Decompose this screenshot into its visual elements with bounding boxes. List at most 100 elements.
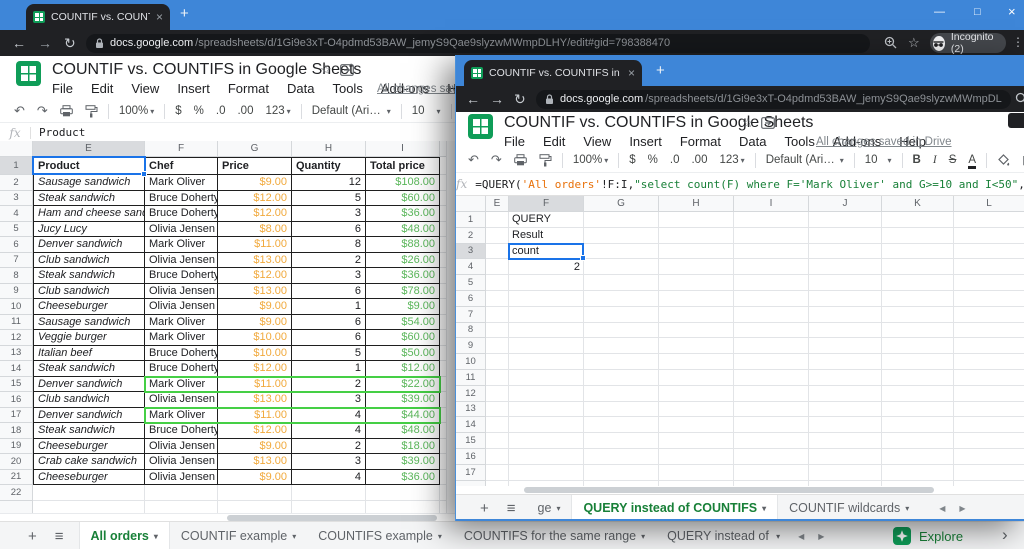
- cell-I16[interactable]: $39.00: [366, 392, 440, 408]
- cell-H12[interactable]: [659, 386, 734, 402]
- cell-I7[interactable]: [734, 307, 809, 323]
- cell-E7[interactable]: [486, 307, 509, 323]
- menu-item-data[interactable]: Data: [730, 134, 775, 149]
- cell-J7[interactable]: [809, 307, 882, 323]
- row-header-4[interactable]: 4: [0, 206, 33, 222]
- sheet-tab[interactable]: ge▾: [527, 495, 572, 521]
- italic-button[interactable]: I: [927, 154, 943, 166]
- cell-F6[interactable]: [509, 291, 584, 307]
- cell-F10[interactable]: [509, 354, 584, 370]
- menu-item-file[interactable]: File: [43, 81, 82, 96]
- sheet-tab-caret-icon[interactable]: ▾: [641, 532, 645, 541]
- zoom-page-icon[interactable]: [884, 36, 897, 49]
- cell-E4[interactable]: Ham and cheese sandwich: [33, 206, 145, 222]
- cell-I6[interactable]: [734, 291, 809, 307]
- doc-title[interactable]: COUNTIF vs. COUNTIFS in Google Sheets: [52, 61, 361, 79]
- cell-E2[interactable]: [486, 228, 509, 244]
- row-header-13[interactable]: 13: [0, 346, 33, 362]
- tab-close-icon[interactable]: ×: [628, 66, 635, 80]
- move-to-folder-icon[interactable]: [340, 64, 354, 76]
- cell-F19[interactable]: Olivia Jensen: [145, 439, 218, 455]
- cell-I6[interactable]: $88.00: [366, 237, 440, 253]
- row-header-8[interactable]: 8: [456, 323, 486, 339]
- row-header-5[interactable]: 5: [456, 275, 486, 291]
- column-header-L[interactable]: L: [954, 196, 1024, 212]
- row-header-4[interactable]: 4: [456, 259, 486, 275]
- explore-button[interactable]: Explore: [893, 527, 963, 545]
- row-header-1[interactable]: 1: [456, 212, 486, 228]
- sheet-tab[interactable]: COUNTIF wildcards▾: [778, 495, 920, 521]
- cell-H15[interactable]: [659, 433, 734, 449]
- font-select[interactable]: Default (Ari…▾: [306, 105, 397, 117]
- row-header-14[interactable]: 14: [0, 361, 33, 377]
- row-header-15[interactable]: 15: [0, 377, 33, 393]
- menu-item-view[interactable]: View: [574, 134, 620, 149]
- row-header-6[interactable]: 6: [456, 291, 486, 307]
- cell-F20[interactable]: Olivia Jensen: [145, 454, 218, 470]
- cell-L14[interactable]: [954, 417, 1024, 433]
- cell-K14[interactable]: [882, 417, 954, 433]
- cell-H19[interactable]: 2: [292, 439, 366, 455]
- cell-J17[interactable]: [809, 465, 882, 481]
- cell-G10[interactable]: $9.00: [218, 299, 292, 315]
- back-browser-tab[interactable]: COUNTIF vs. COUNTIFS in Googl ×: [26, 4, 170, 30]
- row-header-14[interactable]: 14: [456, 417, 486, 433]
- cell-E1[interactable]: Product: [33, 157, 145, 175]
- row-header-3[interactable]: 3: [0, 191, 33, 207]
- cell-F7[interactable]: Olivia Jensen: [145, 253, 218, 269]
- cell-F14[interactable]: Bruce Doherty: [145, 361, 218, 377]
- decrease-decimals-button[interactable]: .0: [664, 154, 686, 166]
- cell-L16[interactable]: [954, 449, 1024, 465]
- cell-H11[interactable]: 6: [292, 315, 366, 331]
- cell-E5[interactable]: [486, 275, 509, 291]
- row-header-5[interactable]: 5: [0, 222, 33, 238]
- more-formats-button[interactable]: 123▾: [259, 105, 296, 117]
- cell-L4[interactable]: [954, 259, 1024, 275]
- bold-button[interactable]: B: [907, 154, 927, 166]
- cell-I3[interactable]: $60.00: [366, 191, 440, 207]
- row-header-23[interactable]: [0, 501, 33, 514]
- column-header-F[interactable]: F: [145, 141, 218, 157]
- cell-F15[interactable]: Mark Oliver: [145, 377, 218, 393]
- cell-G1[interactable]: [584, 212, 659, 228]
- cell-I12[interactable]: $60.00: [366, 330, 440, 346]
- add-sheet-button[interactable]: +: [456, 500, 498, 517]
- back-url-bar[interactable]: docs.google.com/spreadsheets/d/1Gi9e3xT-…: [86, 34, 870, 53]
- row-header-15[interactable]: 15: [456, 433, 486, 449]
- print-icon[interactable]: [54, 105, 79, 117]
- cell-K7[interactable]: [882, 307, 954, 323]
- cell-H22[interactable]: [292, 485, 366, 501]
- cell-F17[interactable]: Mark Oliver: [145, 408, 218, 424]
- row-header-9[interactable]: 9: [0, 284, 33, 300]
- redo-icon[interactable]: ↷: [31, 103, 54, 119]
- cell-F5[interactable]: Olivia Jensen: [145, 222, 218, 238]
- fill-handle[interactable]: [141, 171, 147, 177]
- cell-H6[interactable]: 8: [292, 237, 366, 253]
- cell-G8[interactable]: $12.00: [218, 268, 292, 284]
- cell-F3[interactable]: count: [509, 244, 584, 260]
- row-header-21[interactable]: 21: [0, 470, 33, 486]
- cell-F9[interactable]: Olivia Jensen: [145, 284, 218, 300]
- cell-H3[interactable]: 5: [292, 191, 366, 207]
- bookmark-star-icon[interactable]: ☆: [908, 35, 920, 51]
- cell-L9[interactable]: [954, 338, 1024, 354]
- cell-L8[interactable]: [954, 323, 1024, 339]
- column-header-I[interactable]: I: [734, 196, 809, 212]
- row-header-8[interactable]: 8: [0, 268, 33, 284]
- cell-E23[interactable]: [33, 501, 145, 514]
- cell-H15[interactable]: 2: [292, 377, 366, 393]
- row-header-17[interactable]: 17: [0, 408, 33, 424]
- cell-G12[interactable]: $10.00: [218, 330, 292, 346]
- sheet-tab-caret-icon[interactable]: ▾: [762, 504, 766, 513]
- cell-F13[interactable]: [509, 402, 584, 418]
- row-header-16[interactable]: 16: [0, 392, 33, 408]
- cell-F4[interactable]: Bruce Doherty: [145, 206, 218, 222]
- format-currency-button[interactable]: $: [623, 154, 641, 166]
- sheet-tab-caret-icon[interactable]: ▾: [438, 532, 442, 541]
- menu-item-insert[interactable]: Insert: [620, 134, 671, 149]
- cell-I17[interactable]: $44.00: [366, 408, 440, 424]
- cell-J16[interactable]: [809, 449, 882, 465]
- cell-E22[interactable]: [33, 485, 145, 501]
- cell-I23[interactable]: [366, 501, 440, 514]
- cell-F21[interactable]: Olivia Jensen: [145, 470, 218, 486]
